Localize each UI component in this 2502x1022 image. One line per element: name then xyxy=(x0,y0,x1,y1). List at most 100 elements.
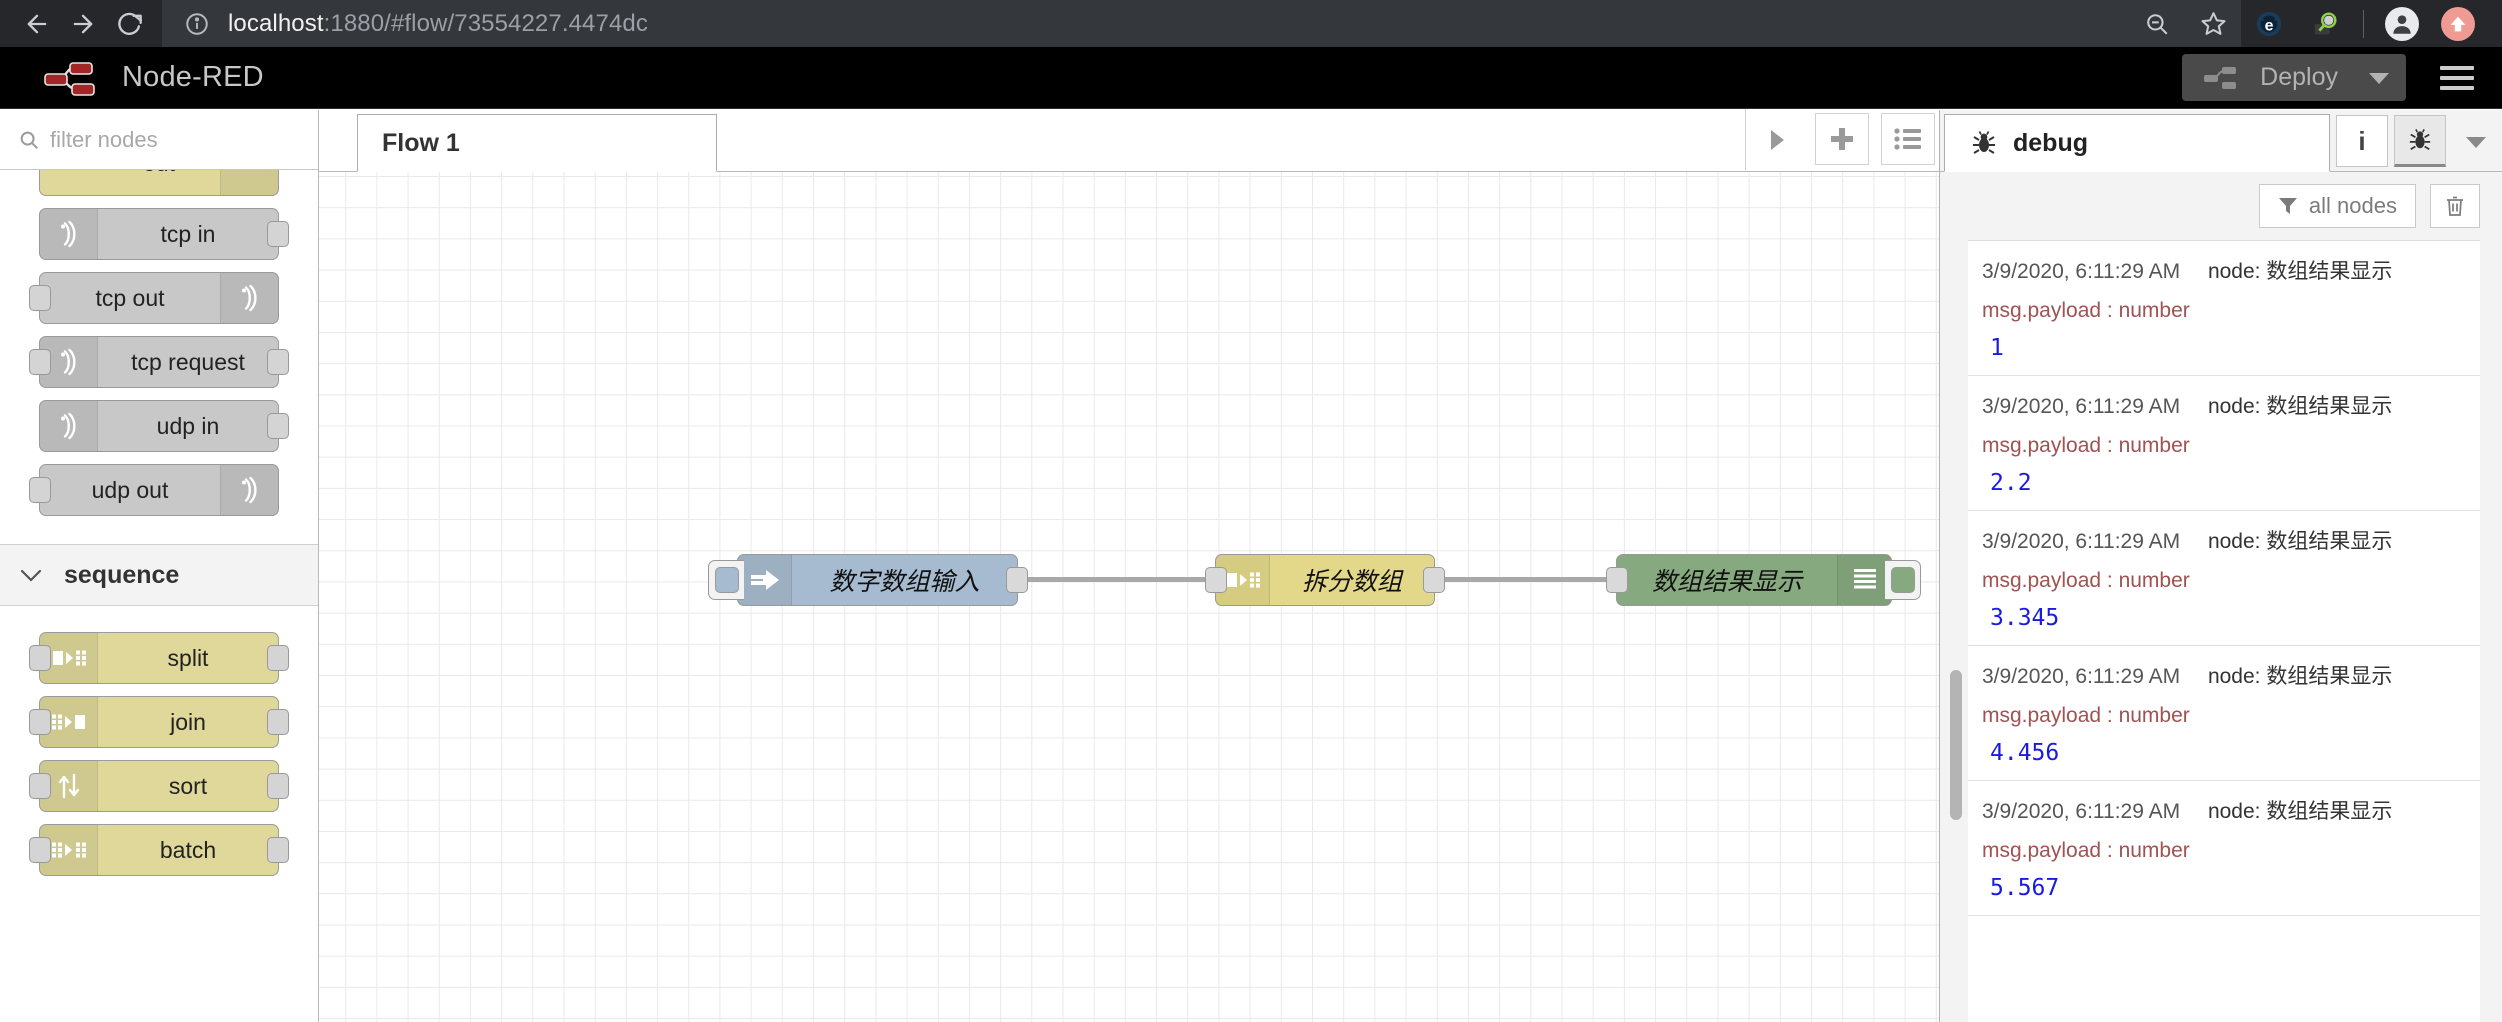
debug-message[interactable]: 3/9/2020, 6:11:29 AM node: 数组结果显示 msg.pa… xyxy=(1968,511,2480,646)
palette-node-tcp-request[interactable]: tcp request xyxy=(29,336,289,388)
debug-property: msg.payload : number xyxy=(1982,569,2190,592)
profile-avatar-icon[interactable] xyxy=(2374,0,2430,47)
debug-message[interactable]: 3/9/2020, 6:11:29 AM node: 数组结果显示 msg.pa… xyxy=(1968,241,2480,376)
debug-scrollbar-thumb[interactable] xyxy=(1950,670,1962,820)
zoom-out-icon[interactable] xyxy=(2129,0,2185,47)
palette-node-label: tcp out xyxy=(95,284,165,311)
node-input-port[interactable] xyxy=(29,709,51,735)
node-input-port[interactable] xyxy=(29,349,51,375)
sidebar-tabbar: debug i xyxy=(1940,110,2502,172)
debug-value: 5.567 xyxy=(1990,875,2060,901)
node-output-port[interactable] xyxy=(267,645,289,671)
node-input-port[interactable] xyxy=(29,837,51,863)
reload-button[interactable] xyxy=(106,1,152,47)
node-output-port[interactable] xyxy=(267,773,289,799)
debug-source-node: node: 数组结果显示 xyxy=(2207,800,2393,823)
flow-canvas[interactable]: 数字数组输入 拆分数组 数组结果显示 xyxy=(319,172,1939,1022)
debug-scrollbar[interactable] xyxy=(1950,240,1962,1016)
wire-split-to-debug[interactable] xyxy=(1435,577,1618,582)
node-output-port[interactable] xyxy=(267,349,289,375)
flow-node-label: 数字数组输入 xyxy=(829,568,980,596)
node-input-port[interactable] xyxy=(29,645,51,671)
flow-node-inject[interactable]: 数字数组输入 xyxy=(708,554,1028,606)
flow-node-debug[interactable]: 数组结果显示 xyxy=(1606,554,1921,606)
forward-button[interactable] xyxy=(60,1,106,47)
flow-node-label: 数组结果显示 xyxy=(1651,568,1802,596)
address-bar[interactable]: localhost:1880/#flow/73554227.4474dc xyxy=(162,0,2241,47)
palette-node-join[interactable]: join xyxy=(29,696,289,748)
node-input-port[interactable] xyxy=(29,285,51,311)
node-input-port[interactable] xyxy=(1205,567,1227,593)
back-button[interactable] xyxy=(14,1,60,47)
node-input-port[interactable] xyxy=(1606,567,1628,593)
palette-search-row[interactable] xyxy=(0,110,318,170)
debug-value: 2.2 xyxy=(1990,470,2032,496)
palette-node-sort[interactable]: sort xyxy=(29,760,289,812)
palette-node-tcp-in[interactable]: tcp in xyxy=(39,208,289,260)
deploy-label: Deploy xyxy=(2260,63,2338,91)
url-text: localhost:1880/#flow/73554227.4474dc xyxy=(228,10,648,38)
palette-node-batch[interactable]: batch xyxy=(29,824,289,876)
add-flow-button[interactable] xyxy=(1815,113,1869,165)
tab-debug[interactable]: debug xyxy=(1944,114,2330,172)
flow-list-button[interactable] xyxy=(1881,113,1935,165)
sidebar-info-button[interactable]: i xyxy=(2336,115,2388,167)
main-menu-button[interactable] xyxy=(2440,65,2474,90)
bookmark-star-icon[interactable] xyxy=(2185,0,2241,47)
debug-message-list[interactable]: 3/9/2020, 6:11:29 AM node: 数组结果显示 msg.pa… xyxy=(1968,240,2480,1022)
node-input-port[interactable] xyxy=(29,477,51,503)
info-circle-icon[interactable] xyxy=(184,11,210,37)
app-header: Node-RED Deploy xyxy=(0,47,2502,109)
palette-category-sequence[interactable]: sequence xyxy=(0,544,318,606)
node-output-port[interactable] xyxy=(267,221,289,247)
sidebar-tab-label: debug xyxy=(2013,128,2088,157)
info-i-icon: i xyxy=(2358,125,2366,156)
filter-nodes-input[interactable] xyxy=(50,126,318,153)
deploy-dropdown-caret-icon[interactable] xyxy=(2354,54,2402,101)
palette-node-udp-out[interactable]: udp out xyxy=(29,464,279,516)
debug-message[interactable]: 3/9/2020, 6:11:29 AM node: 数组结果显示 msg.pa… xyxy=(1968,376,2480,511)
palette-node-split[interactable]: split xyxy=(29,632,289,684)
sidebar-debug-button[interactable] xyxy=(2394,115,2446,167)
update-arrow-icon[interactable] xyxy=(2430,0,2486,47)
node-output-port[interactable] xyxy=(267,837,289,863)
svg-text:e: e xyxy=(2265,17,2274,34)
debug-filter-button[interactable]: all nodes xyxy=(2258,184,2416,228)
palette-node-udp-in[interactable]: udp in xyxy=(39,400,289,452)
deploy-button[interactable]: Deploy xyxy=(2182,54,2406,101)
chevron-down-icon xyxy=(20,568,42,582)
app-title: Node-RED xyxy=(122,61,264,93)
debug-source-node: node: 数组结果显示 xyxy=(2207,665,2393,688)
extension-magnifier-icon[interactable] xyxy=(2297,0,2353,47)
debug-value: 4.456 xyxy=(1990,740,2060,766)
debug-message[interactable]: 3/9/2020, 6:11:29 AM node: 数组结果显示 msg.pa… xyxy=(1968,646,2480,781)
node-input-port[interactable] xyxy=(29,773,51,799)
palette-category-label: sequence xyxy=(64,560,180,589)
extension-e-icon[interactable]: e xyxy=(2241,0,2297,47)
node-output-port[interactable] xyxy=(1006,567,1028,593)
node-output-port[interactable] xyxy=(267,709,289,735)
node-output-port[interactable] xyxy=(267,413,289,439)
debug-message-header: 3/9/2020, 6:11:29 AM node: 数组结果显示 xyxy=(1982,660,2480,690)
wire-inject-to-split[interactable] xyxy=(1018,577,1217,582)
palette-node-label: split xyxy=(167,644,209,671)
browser-toolbar: localhost:1880/#flow/73554227.4474dc e xyxy=(0,0,2502,47)
debug-lines-icon xyxy=(1837,555,1891,605)
debug-timestamp: 3/9/2020, 6:11:29 AM xyxy=(1982,665,2181,688)
scroll-tabs-right-button[interactable] xyxy=(1745,109,1807,170)
palette-node-tcp-out[interactable]: tcp out xyxy=(29,272,279,324)
palette-node-clipped[interactable]: out xyxy=(39,170,279,196)
node-red-logo: Node-RED xyxy=(0,58,264,98)
flow-node-split[interactable]: 拆分数组 xyxy=(1205,554,1445,606)
palette-node-list[interactable]: out tcp in tcp out xyxy=(0,170,318,1022)
trash-icon xyxy=(2445,195,2465,217)
tab-flow-1[interactable]: Flow 1 xyxy=(357,114,717,172)
debug-message[interactable]: 3/9/2020, 6:11:29 AM node: 数组结果显示 msg.pa… xyxy=(1968,781,2480,916)
node-output-port[interactable] xyxy=(1423,567,1445,593)
debug-enable-toggle-button[interactable] xyxy=(1885,560,1921,600)
node-palette: out tcp in tcp out xyxy=(0,110,319,1022)
sidebar-more-button[interactable] xyxy=(2450,113,2502,171)
debug-message-header: 3/9/2020, 6:11:29 AM node: 数组结果显示 xyxy=(1982,525,2480,555)
debug-clear-button[interactable] xyxy=(2430,184,2480,228)
inject-trigger-button[interactable] xyxy=(708,560,744,600)
